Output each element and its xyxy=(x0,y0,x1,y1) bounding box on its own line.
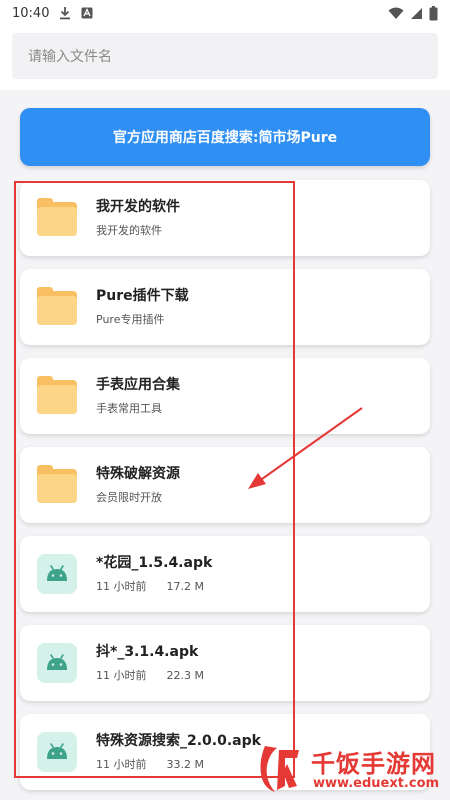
list-item[interactable]: 我开发的软件 我开发的软件 xyxy=(20,180,430,256)
search-area: 请输入文件名 xyxy=(0,26,450,90)
folder-icon xyxy=(37,198,77,238)
list-item[interactable]: 特殊破解资源 会员限时开放 xyxy=(20,447,430,523)
item-subtitle: 会员限时开放 xyxy=(96,491,162,504)
item-title: Pure插件下载 xyxy=(96,288,189,304)
a-box-icon xyxy=(81,7,93,19)
item-size: 33.2 M xyxy=(166,758,204,771)
watermark-name: 千饭手游网 xyxy=(311,750,436,778)
banner-text: 官方应用商店百度搜索:简市场Pure xyxy=(112,130,338,146)
item-meta: 11 小时前 17.2 M xyxy=(96,578,204,594)
item-meta: 11 小时前 22.3 M xyxy=(96,667,204,683)
watermark-logo-icon xyxy=(260,746,299,792)
wifi-icon xyxy=(388,7,404,19)
item-time: 11 小时前 xyxy=(96,580,147,593)
watermark-url: www.eduext.com xyxy=(313,776,440,791)
item-title: 特殊破解资源 xyxy=(96,466,180,482)
item-subtitle: Pure专用插件 xyxy=(96,313,165,326)
list-item[interactable]: 手表应用合集 手表常用工具 xyxy=(20,358,430,434)
signal-icon xyxy=(411,7,422,19)
folder-icon xyxy=(37,287,77,327)
item-title: *花园_1.5.4.apk xyxy=(96,555,213,571)
list-item[interactable]: *花园_1.5.4.apk 11 小时前 17.2 M xyxy=(20,536,430,612)
status-left: 10:40 xyxy=(12,6,93,21)
store-banner-button[interactable]: 官方应用商店百度搜索:简市场Pure xyxy=(20,108,430,166)
item-size: 17.2 M xyxy=(166,580,204,593)
watermark: 千饭手游网 www.eduext.com xyxy=(255,740,450,800)
status-bar: 10:40 xyxy=(0,0,450,26)
download-icon xyxy=(60,7,71,20)
status-time: 10:40 xyxy=(12,5,50,21)
item-size: 22.3 M xyxy=(166,669,204,682)
item-title: 我开发的软件 xyxy=(96,199,180,215)
item-title: 手表应用合集 xyxy=(96,377,180,393)
battery-icon xyxy=(429,5,438,20)
folder-icon xyxy=(37,376,77,416)
item-title: 特殊资源搜索_2.0.0.apk xyxy=(96,733,261,749)
item-time: 11 小时前 xyxy=(96,758,147,771)
item-title: 抖*_3.1.4.apk xyxy=(96,644,199,660)
status-right xyxy=(388,5,438,21)
list-item[interactable]: Pure插件下载 Pure专用插件 xyxy=(20,269,430,345)
android-icon xyxy=(37,643,77,683)
item-subtitle: 手表常用工具 xyxy=(96,402,162,415)
android-icon xyxy=(37,554,77,594)
item-subtitle: 我开发的软件 xyxy=(96,224,162,237)
item-time: 11 小时前 xyxy=(96,669,147,682)
list-item[interactable]: 抖*_3.1.4.apk 11 小时前 22.3 M xyxy=(20,625,430,701)
folder-icon xyxy=(37,465,77,505)
android-icon xyxy=(37,732,77,772)
search-input[interactable]: 请输入文件名 xyxy=(12,33,438,79)
item-meta: 11 小时前 33.2 M xyxy=(96,756,204,772)
